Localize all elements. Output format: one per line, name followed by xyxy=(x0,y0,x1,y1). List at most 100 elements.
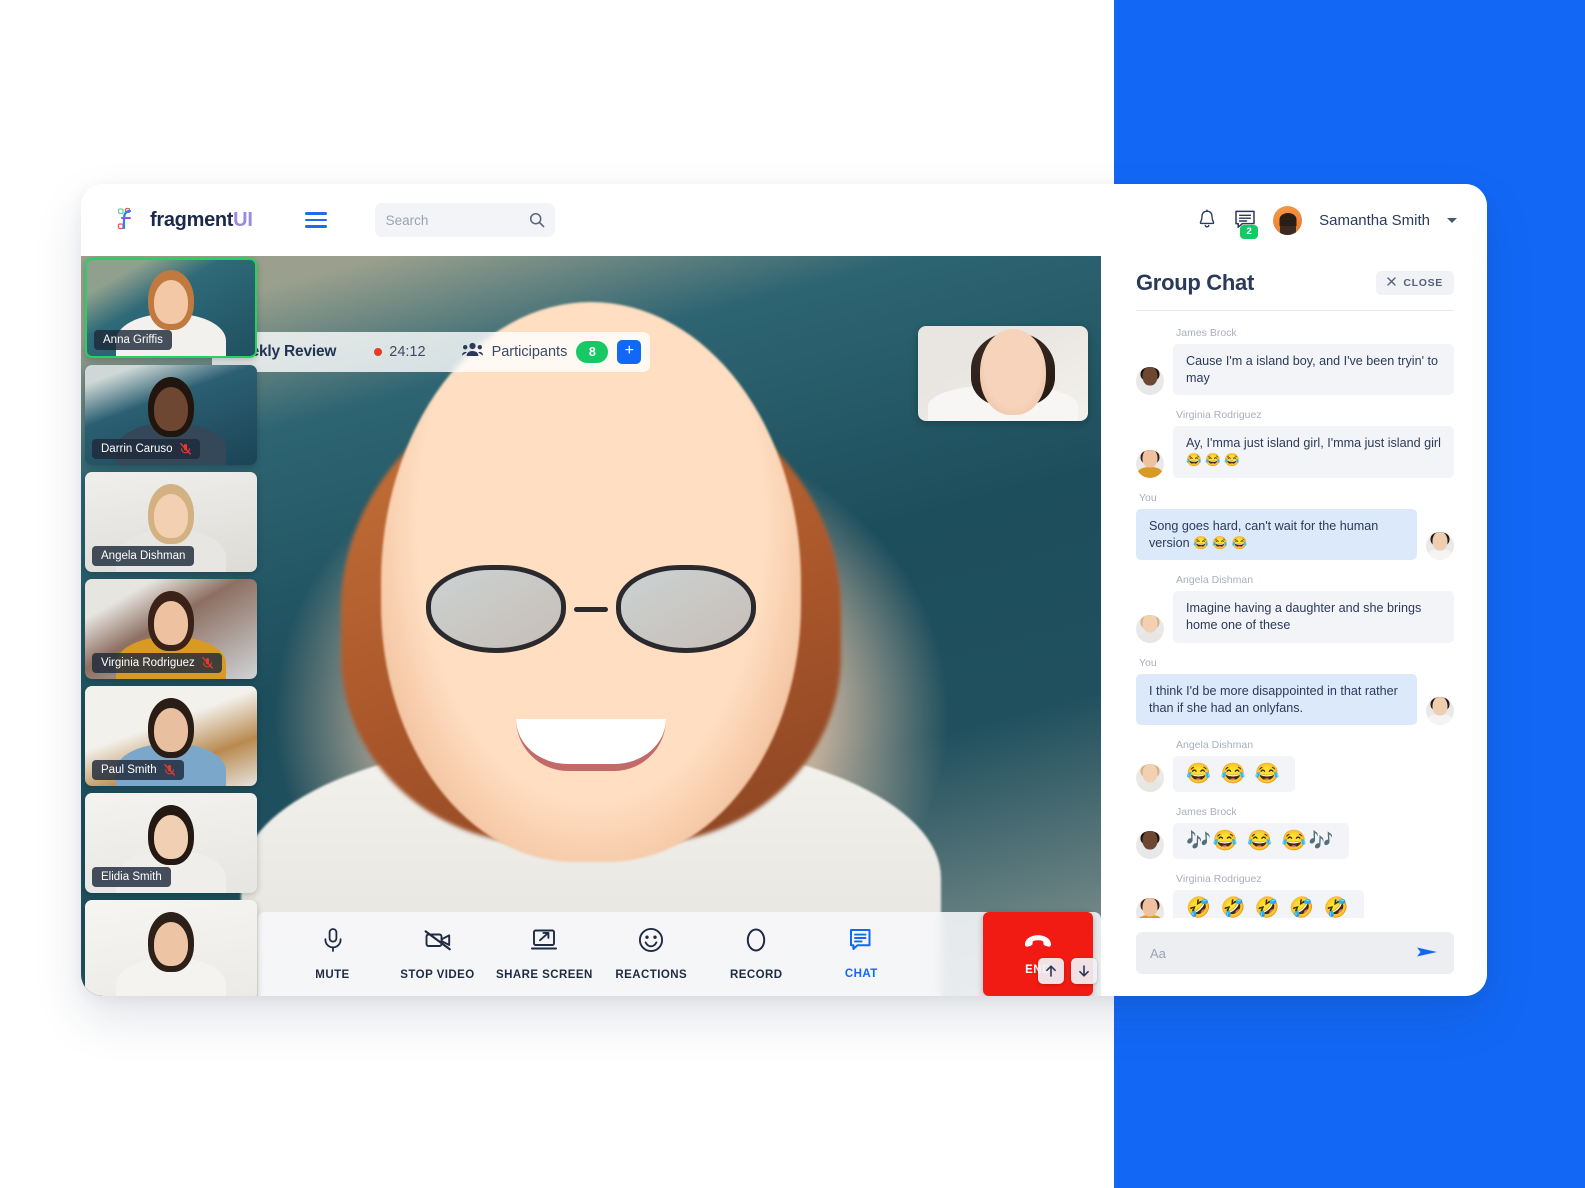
participant-thumbnail[interactable]: Paul Smith xyxy=(85,686,257,786)
send-message-button[interactable] xyxy=(1414,943,1440,964)
chat-message: James Brock 🎶😂 😂 😂🎶 xyxy=(1136,806,1454,860)
bell-icon[interactable] xyxy=(1197,209,1217,231)
message-author: James Brock xyxy=(1176,327,1237,339)
message-author: James Brock xyxy=(1176,806,1237,819)
control-stop-video-button[interactable]: STOP VIDEO xyxy=(385,927,490,981)
message-avatar xyxy=(1136,614,1164,643)
participant-thumbnail[interactable] xyxy=(85,900,257,996)
message-author: Virginia Rodriguez xyxy=(1176,873,1262,886)
message-bubble: 🤣 🤣 🤣 🤣 🤣 xyxy=(1173,890,1364,918)
message-bubble: I think I'd be more disappointed in that… xyxy=(1136,673,1417,726)
search-input-wrapper[interactable] xyxy=(374,203,555,237)
meeting-info-bar: Weekly Review 24:12 Participants 8 + xyxy=(212,332,651,372)
message-bubble: Song goes hard, can't wait for the human… xyxy=(1136,508,1417,561)
participant-name-text: Virginia Rodriguez xyxy=(101,657,195,669)
close-icon xyxy=(1387,277,1397,289)
chat-panel-header: Group Chat CLOSE xyxy=(1136,270,1454,310)
chat-message-input[interactable] xyxy=(1150,945,1414,961)
participant-name-text: Darrin Caruso xyxy=(101,443,173,455)
microphone-muted-icon xyxy=(201,656,213,669)
participant-name-label: Anna Griffis xyxy=(94,330,172,350)
message-bubble: 😂 😂 😂 xyxy=(1173,756,1295,793)
chat-divider xyxy=(1136,310,1454,311)
chat-message: Angela Dishman 😂 😂 😂 xyxy=(1136,739,1454,793)
participant-name-label: Virginia Rodriguez xyxy=(92,653,222,673)
message-author: Virginia Rodriguez xyxy=(1176,409,1262,422)
rail-scroll-buttons xyxy=(1038,958,1097,984)
chat-title: Group Chat xyxy=(1136,270,1254,295)
participant-thumbnail[interactable]: Anna Griffis xyxy=(85,258,257,358)
participants-group: Participants 8 + xyxy=(461,340,642,364)
page-root: fragmentUI Search 2 Samantha Smith Weekl… xyxy=(0,0,1585,1188)
control-chat-button[interactable]: CHAT xyxy=(809,928,914,980)
chat-message-list[interactable]: James Brock Cause I'm a island boy, and I… xyxy=(1136,327,1454,918)
share-screen-icon xyxy=(530,927,558,958)
microphone-muted-icon xyxy=(179,442,191,455)
participant-thumbnail[interactable]: Virginia Rodriguez xyxy=(85,579,257,679)
app-body: Weekly Review 24:12 Participants 8 + Ann… xyxy=(81,256,1487,996)
microphone-muted-icon xyxy=(163,763,175,776)
search-icon xyxy=(529,212,545,233)
control-label: SHARE SCREEN xyxy=(496,969,593,981)
chat-message: Virginia Rodriguez 🤣 🤣 🤣 🤣 🤣 xyxy=(1136,873,1454,918)
search-input[interactable] xyxy=(385,212,544,228)
people-icon xyxy=(461,342,483,362)
meeting-controls-bar: MUTE STOP VIDEO SHARE SCREEN REACTIONS RECOR… xyxy=(258,912,1101,996)
message-author: You xyxy=(1139,491,1157,504)
chat-message: James Brock Cause I'm a island boy, and I… xyxy=(1136,327,1454,396)
smiley-icon xyxy=(638,927,664,958)
chevron-down-icon[interactable] xyxy=(1447,217,1457,223)
brand-name: fragmentUI xyxy=(150,208,253,231)
participant-name-text: Anna Griffis xyxy=(103,334,163,346)
meeting-stage: Weekly Review 24:12 Participants 8 + Ann… xyxy=(81,256,1101,996)
control-label: MUTE xyxy=(315,969,350,981)
message-avatar xyxy=(1426,697,1454,726)
avatar[interactable] xyxy=(1273,205,1303,235)
participant-name-label: Angela Dishman xyxy=(92,546,195,566)
message-avatar xyxy=(1136,764,1164,793)
message-bubble: Cause I'm a island boy, and I've been tr… xyxy=(1173,344,1454,396)
participants-count-badge: 8 xyxy=(576,341,609,363)
participant-thumbnail[interactable]: Darrin Caruso xyxy=(85,365,257,465)
control-mute-button[interactable]: MUTE xyxy=(280,927,385,981)
hamburger-icon[interactable] xyxy=(304,212,327,228)
add-participant-button[interactable]: + xyxy=(617,340,642,364)
message-bubble: Imagine having a daughter and she brings… xyxy=(1173,591,1454,643)
control-buttons-group: MUTE STOP VIDEO SHARE SCREEN REACTIONS RECOR… xyxy=(280,927,983,981)
recording-dot-icon xyxy=(374,348,383,356)
participant-name-text: Elidia Smith xyxy=(101,871,162,883)
topbar-right-cluster: 2 Samantha Smith xyxy=(1197,205,1457,239)
arrow-up-icon[interactable] xyxy=(1038,958,1064,984)
participant-thumbnail-rail: Anna Griffis Darrin Caruso Angela Dishman V… xyxy=(81,256,258,996)
message-avatar xyxy=(1136,367,1164,396)
participant-thumbnail[interactable]: Angela Dishman xyxy=(85,472,257,572)
participants-label: Participants xyxy=(491,344,568,360)
record-circle-icon xyxy=(743,927,769,958)
self-view-video[interactable] xyxy=(918,326,1088,421)
message-avatar xyxy=(1136,449,1164,478)
message-avatar xyxy=(1426,532,1454,561)
participant-name-label: Paul Smith xyxy=(92,760,184,780)
fragment-logo-icon xyxy=(117,207,143,233)
message-bubble: Ay, I'mma just island girl, I'mma just i… xyxy=(1173,426,1454,478)
participant-thumbnail[interactable]: Elidia Smith xyxy=(85,793,257,893)
chat-icon[interactable]: 2 xyxy=(1234,209,1259,239)
participant-name-label: Elidia Smith xyxy=(92,867,171,887)
chat-message: You I think I'd be more disappointed in t… xyxy=(1136,657,1454,726)
chat-message: Virginia Rodriguez Ay, I'mma just island … xyxy=(1136,409,1454,478)
arrow-down-icon[interactable] xyxy=(1071,958,1097,984)
message-avatar xyxy=(1136,898,1164,918)
close-chat-button[interactable]: CLOSE xyxy=(1376,271,1454,295)
message-author: Angela Dishman xyxy=(1176,739,1254,752)
chat-composer[interactable] xyxy=(1136,932,1454,974)
user-name: Samantha Smith xyxy=(1319,211,1430,229)
control-record-button[interactable]: RECORD xyxy=(704,927,809,981)
chat-unread-badge: 2 xyxy=(1240,225,1259,239)
brand-logo[interactable]: fragmentUI xyxy=(117,207,253,233)
control-share-screen-button[interactable]: SHARE SCREEN xyxy=(490,927,599,981)
send-icon xyxy=(1416,943,1438,964)
chat-message: You Song goes hard, can't wait for the hu… xyxy=(1136,491,1454,561)
control-reactions-button[interactable]: REACTIONS xyxy=(599,927,704,981)
message-author: Angela Dishman xyxy=(1176,574,1254,587)
control-label: STOP VIDEO xyxy=(400,969,475,981)
